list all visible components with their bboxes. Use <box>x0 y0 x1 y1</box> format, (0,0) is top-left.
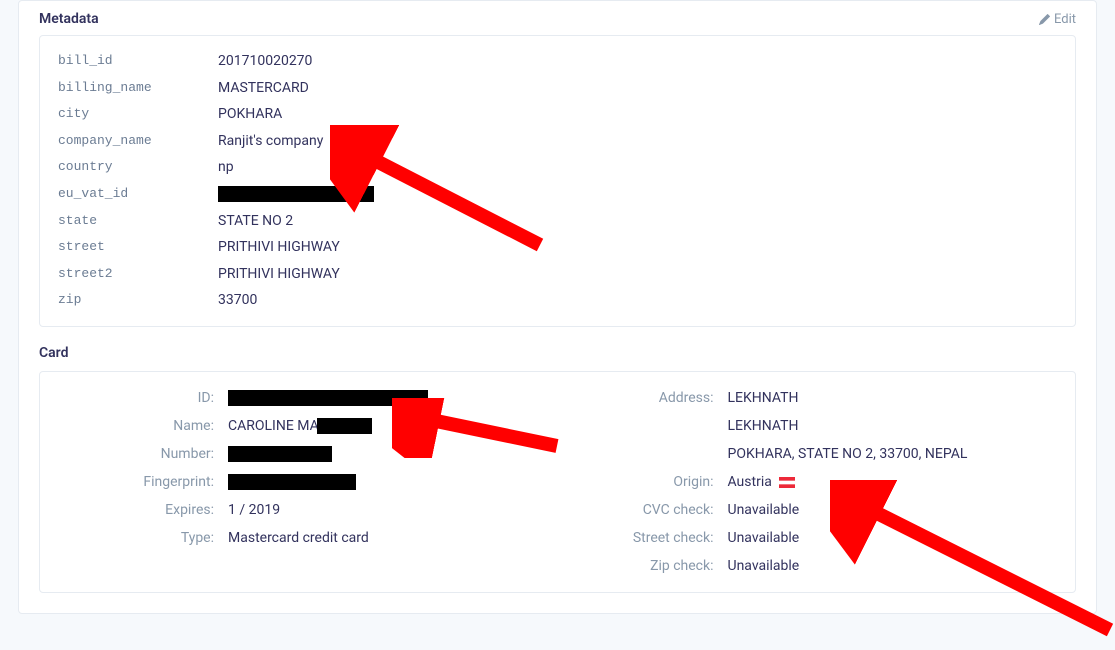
meta-key: zip <box>58 288 218 313</box>
card-row-address1: Address: LEKHNATH <box>558 384 1058 412</box>
meta-key: bill_id <box>58 49 218 74</box>
card-value <box>228 468 356 496</box>
redacted-bar <box>317 418 372 434</box>
meta-val: MASTERCARD <box>218 75 309 102</box>
card-value: POKHARA, STATE NO 2, 33700, NEPAL <box>728 440 968 468</box>
card-label: Origin: <box>558 468 728 496</box>
card-value: 1 / 2019 <box>228 496 280 524</box>
origin-text: Austria <box>728 474 772 490</box>
card-label: Number: <box>58 440 228 468</box>
card-label: Street check: <box>558 524 728 552</box>
metadata-panel: bill_id 201710020270 billing_name MASTER… <box>39 35 1076 327</box>
card-row-type: Type: Mastercard credit card <box>58 524 558 552</box>
card-label: CVC check: <box>558 496 728 524</box>
meta-row-zip: zip 33700 <box>58 287 1057 314</box>
meta-row-bill-id: bill_id 201710020270 <box>58 48 1057 75</box>
edit-label: Edit <box>1054 12 1076 27</box>
meta-key: company_name <box>58 129 218 154</box>
meta-val: PRITHIVI HIGHWAY <box>218 234 340 261</box>
card-value <box>228 384 428 412</box>
card-value: CAROLINE MA <box>228 412 372 440</box>
card-value: Unavailable <box>728 552 800 580</box>
card-value: Unavailable <box>728 496 800 524</box>
card-label: Name: <box>58 412 228 440</box>
card-value: LEKHNATH <box>728 412 799 440</box>
card-value: LEKHNATH <box>728 384 799 412</box>
meta-key: street2 <box>58 262 218 287</box>
meta-row-street2: street2 PRITHIVI HIGHWAY <box>58 261 1057 288</box>
card-value <box>228 440 332 468</box>
card-panel: ID: Name: CAROLINE MA Number: Fingerprin… <box>39 371 1076 593</box>
meta-row-country: country np <box>58 154 1057 181</box>
main-panel: Metadata Edit bill_id 201710020270 billi… <box>18 0 1097 614</box>
meta-row-company-name: company_name Ranjit's company <box>58 128 1057 155</box>
meta-key: billing_name <box>58 76 218 101</box>
edit-button[interactable]: Edit <box>1039 12 1076 27</box>
austria-flag-icon <box>779 477 795 488</box>
card-value: Mastercard credit card <box>228 524 369 552</box>
meta-val: 201710020270 <box>218 48 312 75</box>
card-row-name: Name: CAROLINE MA <box>58 412 558 440</box>
card-label: ID: <box>58 384 228 412</box>
meta-val: PRITHIVI HIGHWAY <box>218 261 340 288</box>
card-value: Unavailable <box>728 524 800 552</box>
meta-val: STATE NO 2 <box>218 208 293 235</box>
card-value: Austria <box>728 468 796 496</box>
card-row-zip-check: Zip check: Unavailable <box>558 552 1058 580</box>
card-grid: ID: Name: CAROLINE MA Number: Fingerprin… <box>58 384 1057 580</box>
meta-key: eu_vat_id <box>58 182 218 207</box>
meta-val: Ranjit's company <box>218 128 323 155</box>
meta-val: POKHARA <box>218 101 282 128</box>
card-row-fingerprint: Fingerprint: <box>58 468 558 496</box>
meta-row-billing-name: billing_name MASTERCARD <box>58 75 1057 102</box>
card-left-col: ID: Name: CAROLINE MA Number: Fingerprin… <box>58 384 558 580</box>
meta-val <box>218 181 374 208</box>
meta-row-city: city POKHARA <box>58 101 1057 128</box>
card-label: Address: <box>558 384 728 412</box>
card-right-col: Address: LEKHNATH LEKHNATH POKHARA, STAT… <box>558 384 1058 580</box>
meta-row-street: street PRITHIVI HIGHWAY <box>58 234 1057 261</box>
metadata-header: Metadata Edit <box>39 1 1076 35</box>
card-row-expires: Expires: 1 / 2019 <box>58 496 558 524</box>
card-label: Zip check: <box>558 552 728 580</box>
meta-val: np <box>218 154 234 181</box>
redacted-bar <box>218 186 374 202</box>
card-row-address3: POKHARA, STATE NO 2, 33700, NEPAL <box>558 440 1058 468</box>
meta-val: 33700 <box>218 287 257 314</box>
card-row-address2: LEKHNATH <box>558 412 1058 440</box>
meta-row-state: state STATE NO 2 <box>58 208 1057 235</box>
card-label: Type: <box>58 524 228 552</box>
redacted-bar <box>228 446 332 462</box>
card-name-prefix: CAROLINE MA <box>228 418 319 434</box>
card-section-title: Card <box>39 327 1076 371</box>
metadata-title: Metadata <box>39 11 99 27</box>
meta-key: city <box>58 102 218 127</box>
meta-key: country <box>58 155 218 180</box>
card-row-cvc: CVC check: Unavailable <box>558 496 1058 524</box>
card-row-origin: Origin: Austria <box>558 468 1058 496</box>
card-row-street-check: Street check: Unavailable <box>558 524 1058 552</box>
redacted-bar <box>228 390 428 406</box>
pencil-icon <box>1039 14 1050 25</box>
card-label: Fingerprint: <box>58 468 228 496</box>
card-label: Expires: <box>58 496 228 524</box>
redacted-bar <box>228 474 356 490</box>
card-row-number: Number: <box>58 440 558 468</box>
card-row-id: ID: <box>58 384 558 412</box>
meta-key: state <box>58 209 218 234</box>
meta-key: street <box>58 235 218 260</box>
meta-row-eu-vat-id: eu_vat_id <box>58 181 1057 208</box>
